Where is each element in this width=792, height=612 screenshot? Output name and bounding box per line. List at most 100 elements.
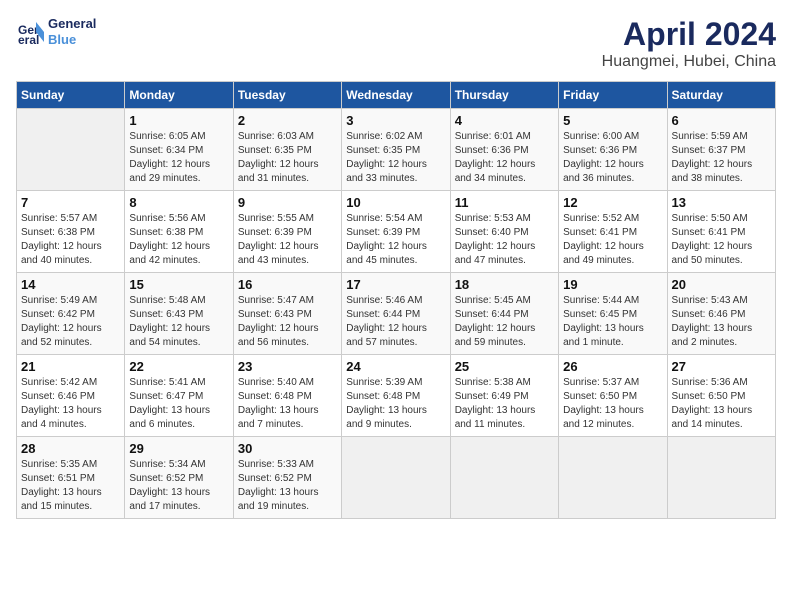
day-info: Sunrise: 5:43 AM Sunset: 6:46 PM Dayligh… <box>672 294 771 350</box>
day-info: Sunrise: 5:47 AM Sunset: 6:43 PM Dayligh… <box>238 294 337 350</box>
day-cell: 29 Sunrise: 5:34 AM Sunset: 6:52 PM Dayli… <box>125 437 233 519</box>
day-cell: 3 Sunrise: 6:02 AM Sunset: 6:35 PM Daylig… <box>342 109 450 191</box>
day-info: Sunrise: 5:53 AM Sunset: 6:40 PM Dayligh… <box>455 212 554 268</box>
day-number: 14 <box>21 277 120 292</box>
day-number: 23 <box>238 359 337 374</box>
day-number: 8 <box>129 195 228 210</box>
day-cell: 12 Sunrise: 5:52 AM Sunset: 6:41 PM Dayli… <box>559 191 667 273</box>
day-info: Sunrise: 5:57 AM Sunset: 6:38 PM Dayligh… <box>21 212 120 268</box>
logo-text-line1: General <box>48 16 96 32</box>
location-title: Huangmei, Hubei, China <box>602 53 776 71</box>
header-row: Sunday Monday Tuesday Wednesday Thursday… <box>17 82 776 109</box>
day-info: Sunrise: 5:59 AM Sunset: 6:37 PM Dayligh… <box>672 130 771 186</box>
day-number: 9 <box>238 195 337 210</box>
day-info: Sunrise: 6:02 AM Sunset: 6:35 PM Dayligh… <box>346 130 445 186</box>
day-cell: 17 Sunrise: 5:46 AM Sunset: 6:44 PM Dayli… <box>342 273 450 355</box>
day-cell: 15 Sunrise: 5:48 AM Sunset: 6:43 PM Dayli… <box>125 273 233 355</box>
day-cell: 26 Sunrise: 5:37 AM Sunset: 6:50 PM Dayli… <box>559 355 667 437</box>
day-number: 24 <box>346 359 445 374</box>
day-number: 18 <box>455 277 554 292</box>
day-number: 6 <box>672 113 771 128</box>
col-tuesday: Tuesday <box>233 82 341 109</box>
day-info: Sunrise: 5:55 AM Sunset: 6:39 PM Dayligh… <box>238 212 337 268</box>
page-header: Gen eral General Blue April 2024 Huangme… <box>16 16 776 71</box>
col-saturday: Saturday <box>667 82 775 109</box>
day-info: Sunrise: 5:50 AM Sunset: 6:41 PM Dayligh… <box>672 212 771 268</box>
day-info: Sunrise: 5:37 AM Sunset: 6:50 PM Dayligh… <box>563 376 662 432</box>
calendar-table: Sunday Monday Tuesday Wednesday Thursday… <box>16 81 776 519</box>
day-number: 30 <box>238 441 337 456</box>
day-cell: 13Sunrise: 5:50 AM Sunset: 6:41 PM Dayli… <box>667 191 775 273</box>
day-number: 2 <box>238 113 337 128</box>
col-wednesday: Wednesday <box>342 82 450 109</box>
day-info: Sunrise: 5:46 AM Sunset: 6:44 PM Dayligh… <box>346 294 445 350</box>
day-number: 16 <box>238 277 337 292</box>
day-number: 27 <box>672 359 771 374</box>
day-number: 15 <box>129 277 228 292</box>
day-cell <box>667 437 775 519</box>
day-number: 3 <box>346 113 445 128</box>
day-info: Sunrise: 5:33 AM Sunset: 6:52 PM Dayligh… <box>238 458 337 514</box>
day-info: Sunrise: 5:52 AM Sunset: 6:41 PM Dayligh… <box>563 212 662 268</box>
day-cell: 7 Sunrise: 5:57 AM Sunset: 6:38 PM Daylig… <box>17 191 125 273</box>
day-cell: 11Sunrise: 5:53 AM Sunset: 6:40 PM Dayli… <box>450 191 558 273</box>
day-info: Sunrise: 5:34 AM Sunset: 6:52 PM Dayligh… <box>129 458 228 514</box>
day-info: Sunrise: 6:00 AM Sunset: 6:36 PM Dayligh… <box>563 130 662 186</box>
day-cell: 10 Sunrise: 5:54 AM Sunset: 6:39 PM Dayli… <box>342 191 450 273</box>
day-info: Sunrise: 5:41 AM Sunset: 6:47 PM Dayligh… <box>129 376 228 432</box>
day-cell: 24 Sunrise: 5:39 AM Sunset: 6:48 PM Dayli… <box>342 355 450 437</box>
day-cell: 4Sunrise: 6:01 AM Sunset: 6:36 PM Daylig… <box>450 109 558 191</box>
day-number: 1 <box>129 113 228 128</box>
day-cell: 18Sunrise: 5:45 AM Sunset: 6:44 PM Dayli… <box>450 273 558 355</box>
day-info: Sunrise: 5:39 AM Sunset: 6:48 PM Dayligh… <box>346 376 445 432</box>
week-row-2: 7 Sunrise: 5:57 AM Sunset: 6:38 PM Daylig… <box>17 191 776 273</box>
day-cell: 19Sunrise: 5:44 AM Sunset: 6:45 PM Dayli… <box>559 273 667 355</box>
day-cell <box>450 437 558 519</box>
day-cell: 21 Sunrise: 5:42 AM Sunset: 6:46 PM Dayli… <box>17 355 125 437</box>
day-info: Sunrise: 5:49 AM Sunset: 6:42 PM Dayligh… <box>21 294 120 350</box>
col-monday: Monday <box>125 82 233 109</box>
day-info: Sunrise: 5:40 AM Sunset: 6:48 PM Dayligh… <box>238 376 337 432</box>
svg-text:eral: eral <box>18 33 39 46</box>
day-info: Sunrise: 5:48 AM Sunset: 6:43 PM Dayligh… <box>129 294 228 350</box>
day-cell: 6 Sunrise: 5:59 AM Sunset: 6:37 PM Daylig… <box>667 109 775 191</box>
day-cell: 22 Sunrise: 5:41 AM Sunset: 6:47 PM Dayli… <box>125 355 233 437</box>
day-cell: 1 Sunrise: 6:05 AM Sunset: 6:34 PM Daylig… <box>125 109 233 191</box>
day-number: 22 <box>129 359 228 374</box>
month-title: April 2024 <box>602 16 776 53</box>
day-info: Sunrise: 5:36 AM Sunset: 6:50 PM Dayligh… <box>672 376 771 432</box>
day-cell: 23 Sunrise: 5:40 AM Sunset: 6:48 PM Dayli… <box>233 355 341 437</box>
day-info: Sunrise: 6:05 AM Sunset: 6:34 PM Dayligh… <box>129 130 228 186</box>
day-number: 25 <box>455 359 554 374</box>
day-cell: 16 Sunrise: 5:47 AM Sunset: 6:43 PM Dayli… <box>233 273 341 355</box>
day-number: 29 <box>129 441 228 456</box>
col-friday: Friday <box>559 82 667 109</box>
day-cell: 25 Sunrise: 5:38 AM Sunset: 6:49 PM Dayli… <box>450 355 558 437</box>
day-cell: 2 Sunrise: 6:03 AM Sunset: 6:35 PM Daylig… <box>233 109 341 191</box>
day-info: Sunrise: 5:35 AM Sunset: 6:51 PM Dayligh… <box>21 458 120 514</box>
day-cell: 14 Sunrise: 5:49 AM Sunset: 6:42 PM Dayli… <box>17 273 125 355</box>
day-info: Sunrise: 5:42 AM Sunset: 6:46 PM Dayligh… <box>21 376 120 432</box>
day-cell <box>342 437 450 519</box>
day-number: 12 <box>563 195 662 210</box>
day-info: Sunrise: 6:03 AM Sunset: 6:35 PM Dayligh… <box>238 130 337 186</box>
title-area: April 2024 Huangmei, Hubei, China <box>602 16 776 71</box>
day-number: 10 <box>346 195 445 210</box>
day-cell: 20 Sunrise: 5:43 AM Sunset: 6:46 PM Dayli… <box>667 273 775 355</box>
day-info: Sunrise: 5:38 AM Sunset: 6:49 PM Dayligh… <box>455 376 554 432</box>
day-number: 7 <box>21 195 120 210</box>
day-info: Sunrise: 5:54 AM Sunset: 6:39 PM Dayligh… <box>346 212 445 268</box>
day-number: 28 <box>21 441 120 456</box>
week-row-5: 28 Sunrise: 5:35 AM Sunset: 6:51 PM Dayli… <box>17 437 776 519</box>
day-number: 20 <box>672 277 771 292</box>
day-number: 17 <box>346 277 445 292</box>
day-cell: 8Sunrise: 5:56 AM Sunset: 6:38 PM Daylig… <box>125 191 233 273</box>
col-sunday: Sunday <box>17 82 125 109</box>
day-cell: 30 Sunrise: 5:33 AM Sunset: 6:52 PM Dayli… <box>233 437 341 519</box>
day-number: 26 <box>563 359 662 374</box>
day-cell: 9 Sunrise: 5:55 AM Sunset: 6:39 PM Daylig… <box>233 191 341 273</box>
week-row-4: 21 Sunrise: 5:42 AM Sunset: 6:46 PM Dayli… <box>17 355 776 437</box>
calendar-header: Sunday Monday Tuesday Wednesday Thursday… <box>17 82 776 109</box>
calendar-body: 1 Sunrise: 6:05 AM Sunset: 6:34 PM Daylig… <box>17 109 776 519</box>
day-number: 21 <box>21 359 120 374</box>
